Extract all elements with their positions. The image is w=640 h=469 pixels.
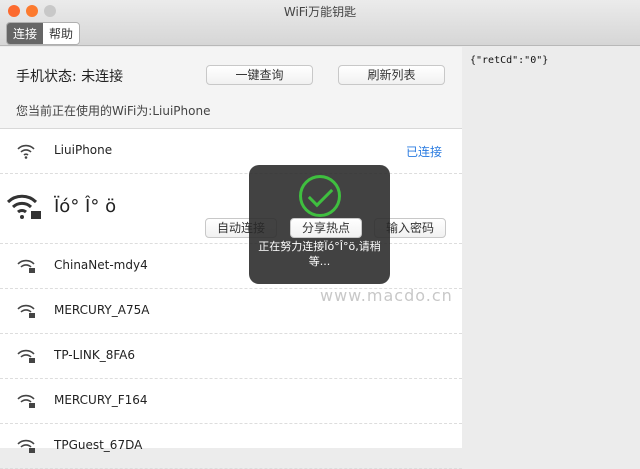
wifi-lock-icon (17, 259, 35, 273)
network-row[interactable]: TPGuest_67DA (0, 424, 462, 469)
wifi-lock-icon (17, 304, 35, 318)
network-name: TPGuest_67DA (54, 438, 143, 452)
status-header: 手机状态: 未连接 一键查询 刷新列表 您当前正在使用的WiFi为:LiuiPh… (0, 47, 462, 129)
network-row[interactable]: ChinaNet-mdy4 (0, 244, 462, 289)
toast-message: 正在努力连接Ïó°Î°ö,请稍等... (258, 240, 381, 268)
network-row-selected[interactable]: Ïó° Î° ö 自动连接 分享热点 输入密码 (0, 174, 462, 244)
tab-bar: 连接 帮助 (6, 22, 81, 45)
wifi-panel: 手机状态: 未连接 一键查询 刷新列表 您当前正在使用的WiFi为:LiuiPh… (0, 47, 462, 469)
network-row[interactable]: MERCURY_F164 (0, 379, 462, 424)
wifi-icon (17, 144, 35, 159)
phone-status: 手机状态: 未连接 (16, 69, 124, 85)
wifi-lock-icon (6, 194, 41, 219)
title-bar: WiFi万能钥匙 连接 帮助 (0, 0, 640, 46)
network-name: LiuiPhone (54, 143, 113, 157)
refresh-button[interactable]: 刷新列表 (338, 65, 445, 85)
response-panel: {"retCd":"0"} (462, 47, 640, 448)
window-title: WiFi万能钥匙 (283, 5, 357, 19)
response-text: {"retCd":"0"} (470, 55, 549, 66)
tab-help[interactable]: 帮助 (43, 23, 80, 44)
current-wifi: 您当前正在使用的WiFi为:LiuiPhone (16, 104, 211, 118)
share-hotspot-button[interactable]: 分享热点 (290, 218, 362, 238)
tab-connect[interactable]: 连接 (7, 23, 44, 44)
network-row[interactable]: TP-LINK_8FA6 (0, 334, 462, 379)
wifi-lock-icon (17, 349, 35, 363)
network-name: TP-LINK_8FA6 (54, 348, 135, 362)
query-button[interactable]: 一键查询 (206, 65, 313, 85)
network-name: Ïó° Î° ö (54, 196, 117, 217)
watermark: www.macdo.cn (320, 286, 453, 305)
network-row[interactable]: LiuiPhone 已连接 (0, 129, 462, 174)
network-name: MERCURY_F164 (54, 393, 148, 407)
wifi-lock-icon (17, 439, 35, 453)
network-name: MERCURY_A75A (54, 303, 150, 317)
wifi-lock-icon (17, 394, 35, 408)
connected-label: 已连接 (405, 145, 442, 159)
check-circle-icon (298, 175, 341, 217)
network-name: ChinaNet-mdy4 (54, 258, 148, 272)
